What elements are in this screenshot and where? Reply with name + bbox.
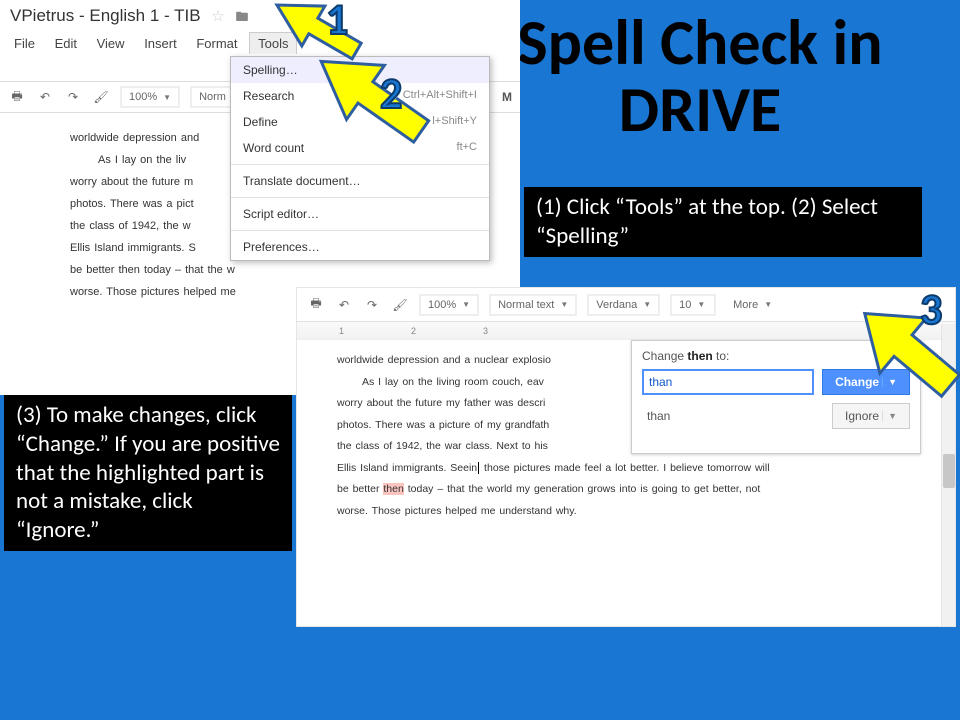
callout-arrow-2 xyxy=(302,42,442,157)
more-button[interactable]: More▼ xyxy=(726,294,779,316)
menu-format[interactable]: Format xyxy=(188,33,245,54)
folder-icon[interactable]: 🖿 xyxy=(235,9,248,24)
doc-title[interactable]: VPietrus - English 1 - TIB xyxy=(10,6,201,25)
undo-icon[interactable]: ↶ xyxy=(36,88,54,106)
ruler-tick: 3 xyxy=(483,326,488,336)
star-icon[interactable]: ☆ xyxy=(211,8,224,25)
doc-title-bar: VPietrus - English 1 - TIB ☆ 🖿 xyxy=(0,0,520,32)
menu-insert[interactable]: Insert xyxy=(136,33,185,54)
callout-label-1: 1 xyxy=(326,0,348,46)
callout-label-2: 2 xyxy=(380,66,402,120)
spellcheck-input[interactable] xyxy=(642,369,814,395)
docs-screenshot-spellcheck: 🖶 ↶ ↷ 🖌 100%▼ Normal text▼ Verdana▼ 10▼ … xyxy=(296,287,956,627)
menu-edit[interactable]: Edit xyxy=(47,33,85,54)
ruler-tick: 2 xyxy=(411,326,416,336)
paint-format-icon[interactable]: 🖌 xyxy=(391,296,409,314)
spellcheck-highlight: then xyxy=(383,483,403,495)
undo-icon[interactable]: ↶ xyxy=(335,296,353,314)
instruction-step-3: (3) To make changes, click “Change.” If … xyxy=(4,395,292,551)
menu-item-script-editor[interactable]: Script editor… xyxy=(231,201,489,227)
menu-separator xyxy=(231,197,489,198)
toolbar: 🖶 ↶ ↷ 🖌 100%▼ Normal text▼ Verdana▼ 10▼ … xyxy=(297,288,955,322)
paint-format-icon[interactable]: 🖌 xyxy=(92,88,110,106)
scrollbar-thumb[interactable] xyxy=(943,454,955,488)
style-select[interactable]: Normal text▼ xyxy=(489,294,577,316)
ruler-tick: 1 xyxy=(339,326,344,336)
zoom-select[interactable]: 100%▼ xyxy=(120,86,180,108)
fontsize-select[interactable]: 10▼ xyxy=(670,294,716,316)
style-select[interactable]: Norm xyxy=(190,86,235,108)
menu-separator xyxy=(231,164,489,165)
font-select[interactable]: Verdana▼ xyxy=(587,294,660,316)
print-icon[interactable]: 🖶 xyxy=(307,296,325,314)
text-cursor xyxy=(478,462,479,474)
redo-icon[interactable]: ↷ xyxy=(363,296,381,314)
menu-item-preferences[interactable]: Preferences… xyxy=(231,234,489,260)
spellcheck-suggestion[interactable]: than xyxy=(642,405,824,427)
zoom-select[interactable]: 100%▼ xyxy=(419,294,479,316)
instruction-step-1-2: (1) Click “Tools” at the top. (2) Select… xyxy=(524,187,922,257)
slide-title: Spell Check in DRIVE xyxy=(480,10,920,144)
callout-label-3: 3 xyxy=(920,282,942,336)
ruler: 1 2 3 xyxy=(297,322,955,340)
callout-arrow-3 xyxy=(858,284,960,429)
more-button[interactable]: M xyxy=(502,90,512,104)
menu-separator xyxy=(231,230,489,231)
menu-file[interactable]: File xyxy=(6,33,43,54)
menu-view[interactable]: View xyxy=(89,33,133,54)
print-icon[interactable]: 🖶 xyxy=(8,88,26,106)
redo-icon[interactable]: ↷ xyxy=(64,88,82,106)
menu-item-translate[interactable]: Translate document… xyxy=(231,168,489,194)
